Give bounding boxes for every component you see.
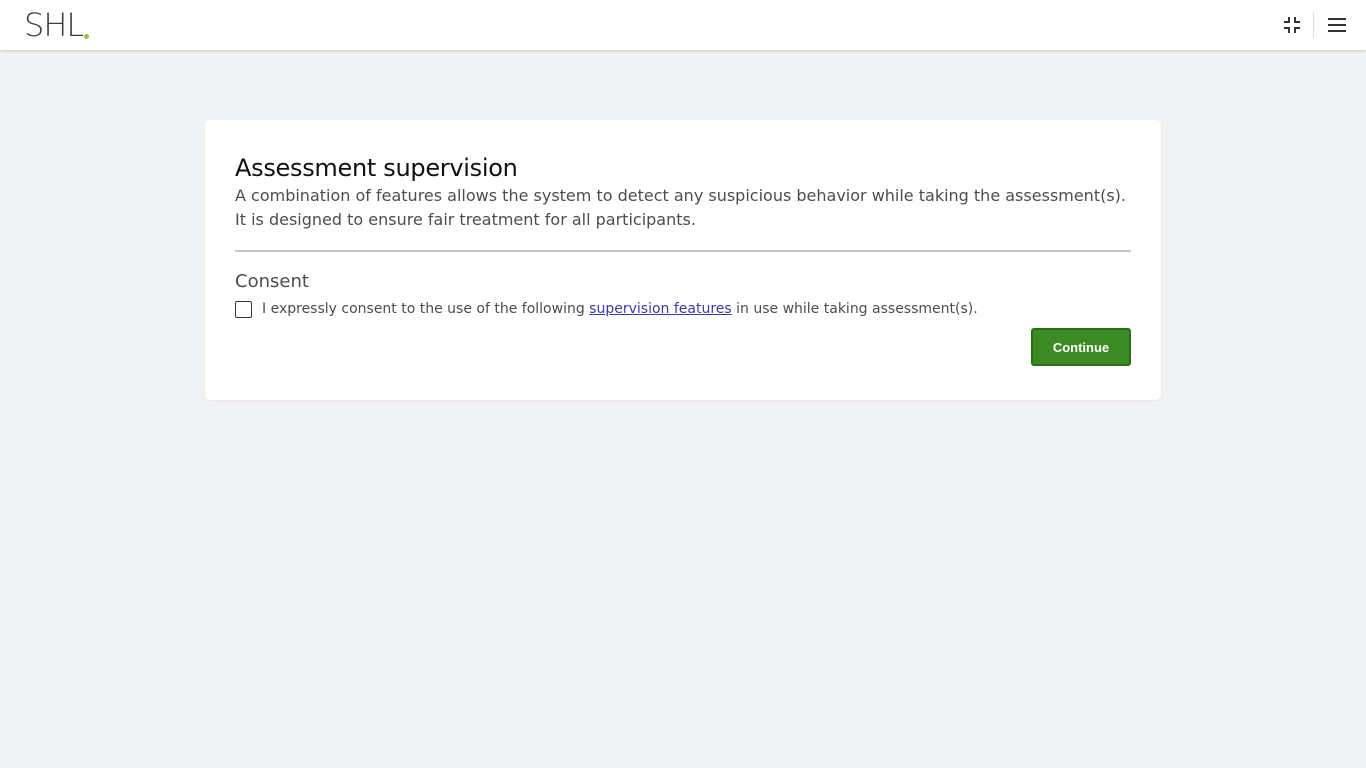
consent-heading: Consent (235, 271, 309, 292)
consent-text-after: in use while taking assessment(s). (731, 301, 978, 317)
description-line-1: A combination of features allows the sys… (235, 186, 1126, 205)
toolbar-divider (1313, 12, 1314, 38)
menu-button[interactable] (1322, 10, 1352, 40)
hamburger-menu-icon (1328, 18, 1346, 32)
consent-checkbox[interactable] (235, 300, 252, 318)
exit-fullscreen-icon (1284, 17, 1300, 33)
button-row: Continue (235, 328, 1131, 366)
supervision-features-link[interactable]: supervision features (589, 301, 732, 317)
page-title: Assessment supervision (235, 154, 518, 182)
top-bar: SHL (0, 0, 1366, 50)
section-divider (235, 250, 1131, 252)
description-line-2: It is designed to ensure fair treatment … (235, 210, 696, 229)
consent-text-before: I expressly consent to the use of the fo… (262, 301, 590, 317)
exit-fullscreen-button[interactable] (1277, 10, 1307, 40)
logo-dot (84, 34, 90, 39)
consent-row: I expressly consent to the use of the fo… (235, 299, 1131, 319)
logo-text: SHL (24, 6, 84, 44)
continue-button[interactable]: Continue (1031, 328, 1131, 366)
consent-label: I expressly consent to the use of the fo… (262, 299, 978, 319)
top-actions (1277, 10, 1352, 40)
supervision-card: Assessment supervision A combination of … (205, 120, 1161, 400)
shl-logo: SHL (24, 6, 90, 44)
